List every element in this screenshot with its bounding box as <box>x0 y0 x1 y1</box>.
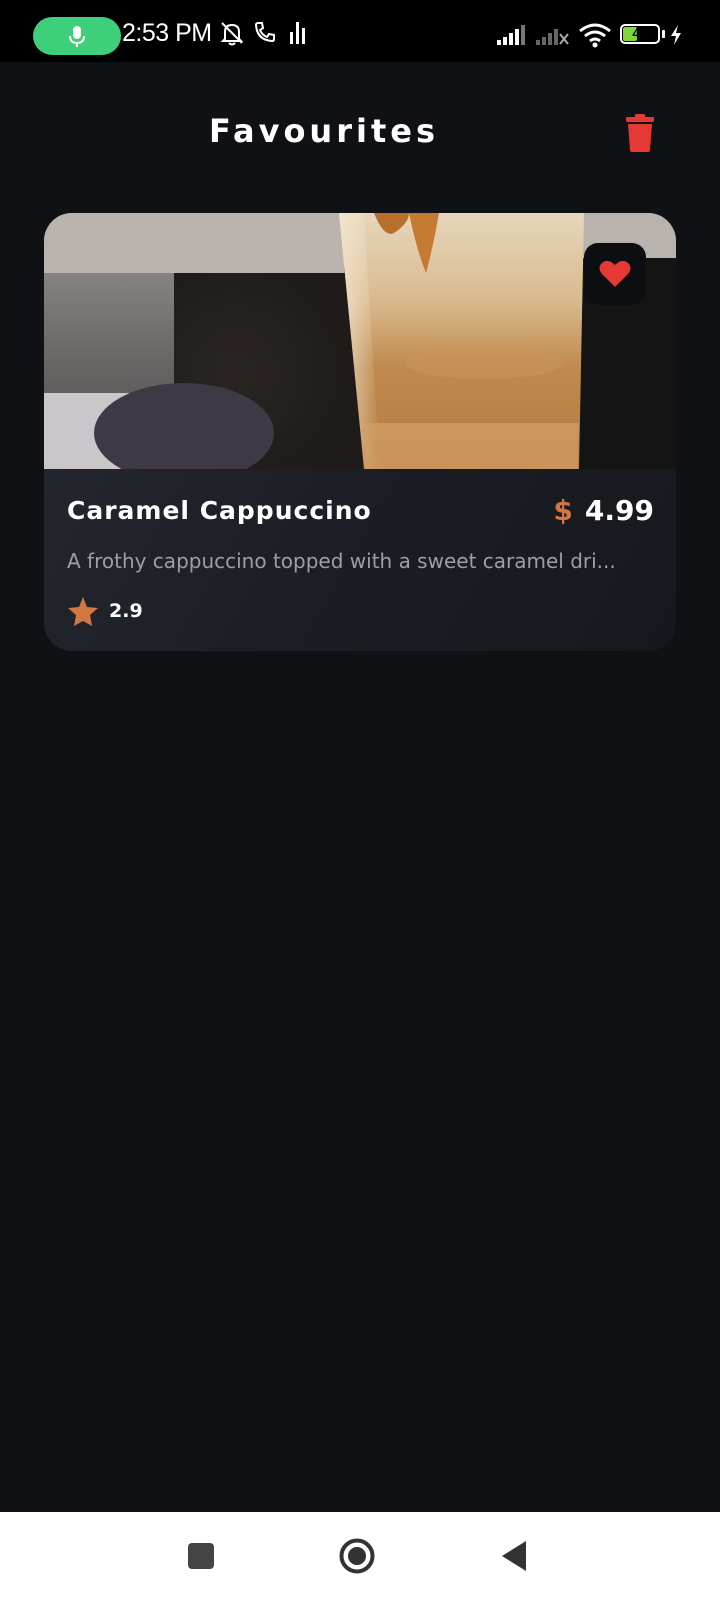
status-time: 2:53 PM <box>122 19 212 47</box>
favourite-toggle-button[interactable] <box>584 243 646 305</box>
mic-indicator[interactable] <box>33 17 121 55</box>
battery-cap <box>662 30 665 38</box>
favourites-screen: 2:53 PM 40 Favourites Caramel Cappuccino… <box>0 0 720 1600</box>
battery-level: 40 <box>632 25 648 41</box>
phone-icon <box>254 22 275 43</box>
signal-icon <box>497 25 525 45</box>
home-circle-icon <box>339 1538 375 1574</box>
back-triangle-icon <box>502 1541 526 1571</box>
rating-value: 2.9 <box>109 600 143 622</box>
equalizer-icon <box>290 22 305 44</box>
status-bar: 2:53 PM 40 <box>0 0 720 62</box>
battery-icon: 40 <box>620 24 660 44</box>
item-name: Caramel Cappuccino <box>67 496 372 525</box>
star-icon <box>68 597 98 626</box>
currency-symbol: $ <box>553 494 573 527</box>
recents-square-icon <box>188 1543 214 1569</box>
signal-no-service-icon <box>536 29 569 45</box>
product-image <box>44 213 676 469</box>
heart-icon <box>599 260 631 287</box>
item-description: A frothy cappuccino topped with a sweet … <box>67 549 616 573</box>
item-price: $4.99 <box>553 494 654 527</box>
favourite-item-card[interactable]: Caramel Cappuccino $4.99 A frothy cappuc… <box>44 213 676 651</box>
trash-icon <box>626 114 654 152</box>
mic-icon <box>69 26 85 47</box>
back-button[interactable] <box>501 1540 527 1572</box>
page-title: Favourites <box>209 112 439 150</box>
recents-button[interactable] <box>188 1543 214 1569</box>
price-value: 4.99 <box>584 494 654 527</box>
wifi-icon <box>579 23 611 48</box>
home-button[interactable] <box>339 1538 375 1574</box>
charging-icon <box>671 25 681 45</box>
system-nav-bar <box>0 1512 720 1600</box>
clear-favourites-button[interactable] <box>618 112 662 156</box>
bell-off-icon <box>220 22 244 46</box>
